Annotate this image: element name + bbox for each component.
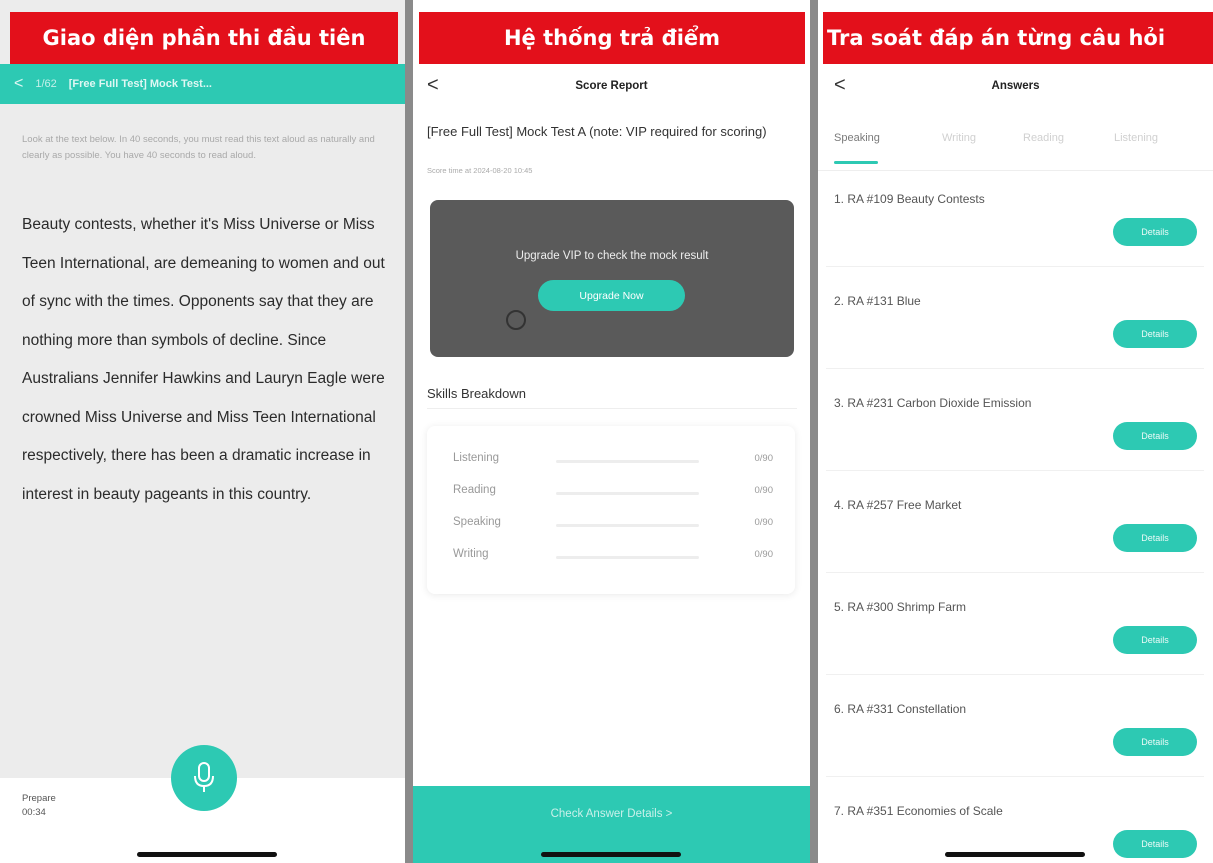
answer-item: 6. RA #331 Constellation Details — [834, 702, 1204, 798]
skill-name: Listening — [453, 452, 500, 464]
skills-card: Listening 0/90 Reading 0/90 Speaking 0/9… — [427, 426, 795, 594]
answer-item: 1. RA #109 Beauty Contests Details — [834, 192, 1204, 288]
caption-banner: Giao diện phần thi đầu tiên — [10, 12, 398, 64]
answer-item: 3. RA #231 Carbon Dioxide Emission Detai… — [834, 396, 1204, 492]
details-button[interactable]: Details — [1113, 830, 1197, 858]
test-title: [Free Full Test] Mock Test... — [68, 78, 212, 90]
answer-label: 3. RA #231 Carbon Dioxide Emission — [834, 396, 1032, 410]
details-button[interactable]: Details — [1113, 728, 1197, 756]
divider — [826, 368, 1204, 369]
answer-label: 6. RA #331 Constellation — [834, 702, 967, 716]
back-arrow-icon[interactable]: < — [14, 75, 23, 93]
skill-name: Reading — [453, 484, 496, 496]
answer-label: 1. RA #109 Beauty Contests — [834, 192, 985, 206]
skill-row: Listening 0/90 — [453, 452, 773, 472]
instruction-text: Look at the text below. In 40 seconds, y… — [22, 134, 375, 161]
test-nav-bar: < 1/62 [Free Full Test] Mock Test... — [0, 64, 405, 104]
page-title: Answers — [991, 80, 1040, 92]
question-counter: 1/62 — [35, 78, 57, 90]
skill-row: Speaking 0/90 — [453, 516, 773, 536]
details-button[interactable]: Details — [1113, 422, 1197, 450]
upgrade-now-button[interactable]: Upgrade Now — [538, 280, 685, 311]
skills-breakdown-title: Skills Breakdown — [427, 386, 526, 401]
answer-item: 4. RA #257 Free Market Details — [834, 498, 1204, 594]
home-indicator — [945, 852, 1085, 857]
skill-name: Writing — [453, 548, 489, 560]
home-indicator — [541, 852, 681, 857]
vip-upgrade-card: Upgrade VIP to check the mock result Upg… — [430, 200, 794, 357]
reading-passage: Beauty contests, whether it's Miss Unive… — [22, 216, 385, 503]
tab-reading[interactable]: Reading — [1023, 132, 1064, 144]
skill-progress-bar — [556, 556, 699, 559]
answer-label: 5. RA #300 Shrimp Farm — [834, 600, 967, 614]
microphone-icon — [194, 762, 214, 792]
answer-item: 2. RA #131 Blue Details — [834, 294, 1204, 390]
skill-progress-bar — [556, 460, 699, 463]
active-tab-indicator — [834, 161, 878, 164]
answer-item: 5. RA #300 Shrimp Farm Details — [834, 600, 1204, 696]
skill-progress-bar — [556, 492, 699, 495]
divider — [826, 776, 1204, 777]
skill-score: 0/90 — [754, 453, 774, 464]
prepare-time: 00:34 — [22, 807, 46, 818]
details-button[interactable]: Details — [1113, 218, 1197, 246]
tab-listening[interactable]: Listening — [1114, 132, 1158, 144]
vip-message: Upgrade VIP to check the mock result — [515, 250, 709, 262]
skill-score: 0/90 — [754, 485, 774, 496]
home-indicator — [137, 852, 277, 857]
divider — [826, 572, 1204, 573]
divider — [826, 674, 1204, 675]
section-tabs: Speaking Writing Reading Listening — [818, 126, 1213, 166]
skill-progress-bar — [556, 524, 699, 527]
score-time: Score time at 2024-08-20 10:45 — [427, 166, 533, 175]
details-button[interactable]: Details — [1113, 320, 1197, 348]
skill-row: Writing 0/90 — [453, 548, 773, 568]
divider — [818, 170, 1213, 171]
answer-label: 2. RA #131 Blue — [834, 294, 921, 308]
divider — [826, 266, 1204, 267]
skill-row: Reading 0/90 — [453, 484, 773, 504]
prepare-label: Prepare — [22, 793, 56, 804]
answers-screen: Tra soát đáp án từng câu hỏi < Answers S… — [818, 0, 1213, 863]
skill-score: 0/90 — [754, 517, 774, 528]
skill-score: 0/90 — [754, 549, 774, 560]
caption-banner: Tra soát đáp án từng câu hỏi — [823, 12, 1213, 64]
skill-name: Speaking — [453, 516, 501, 528]
details-button[interactable]: Details — [1113, 626, 1197, 654]
touch-indicator-icon — [506, 310, 526, 330]
caption-banner: Hệ thống trả điểm — [419, 12, 805, 64]
tab-speaking[interactable]: Speaking — [834, 132, 880, 144]
record-button[interactable] — [171, 745, 237, 811]
answer-label: 7. RA #351 Economies of Scale — [834, 804, 1003, 818]
score-report-screen: Hệ thống trả điểm < Score Report [Free F… — [413, 0, 810, 863]
details-button[interactable]: Details — [1113, 524, 1197, 552]
divider — [826, 470, 1204, 471]
tab-writing[interactable]: Writing — [942, 132, 976, 144]
first-test-screen: Giao diện phần thi đầu tiên < 1/62 [Free… — [0, 0, 405, 863]
test-title: [Free Full Test] Mock Test A (note: VIP … — [427, 124, 767, 139]
divider — [427, 408, 797, 409]
prepare-timer: Prepare 00:34 — [22, 792, 56, 820]
answer-label: 4. RA #257 Free Market — [834, 498, 962, 512]
page-title: Score Report — [575, 80, 648, 92]
